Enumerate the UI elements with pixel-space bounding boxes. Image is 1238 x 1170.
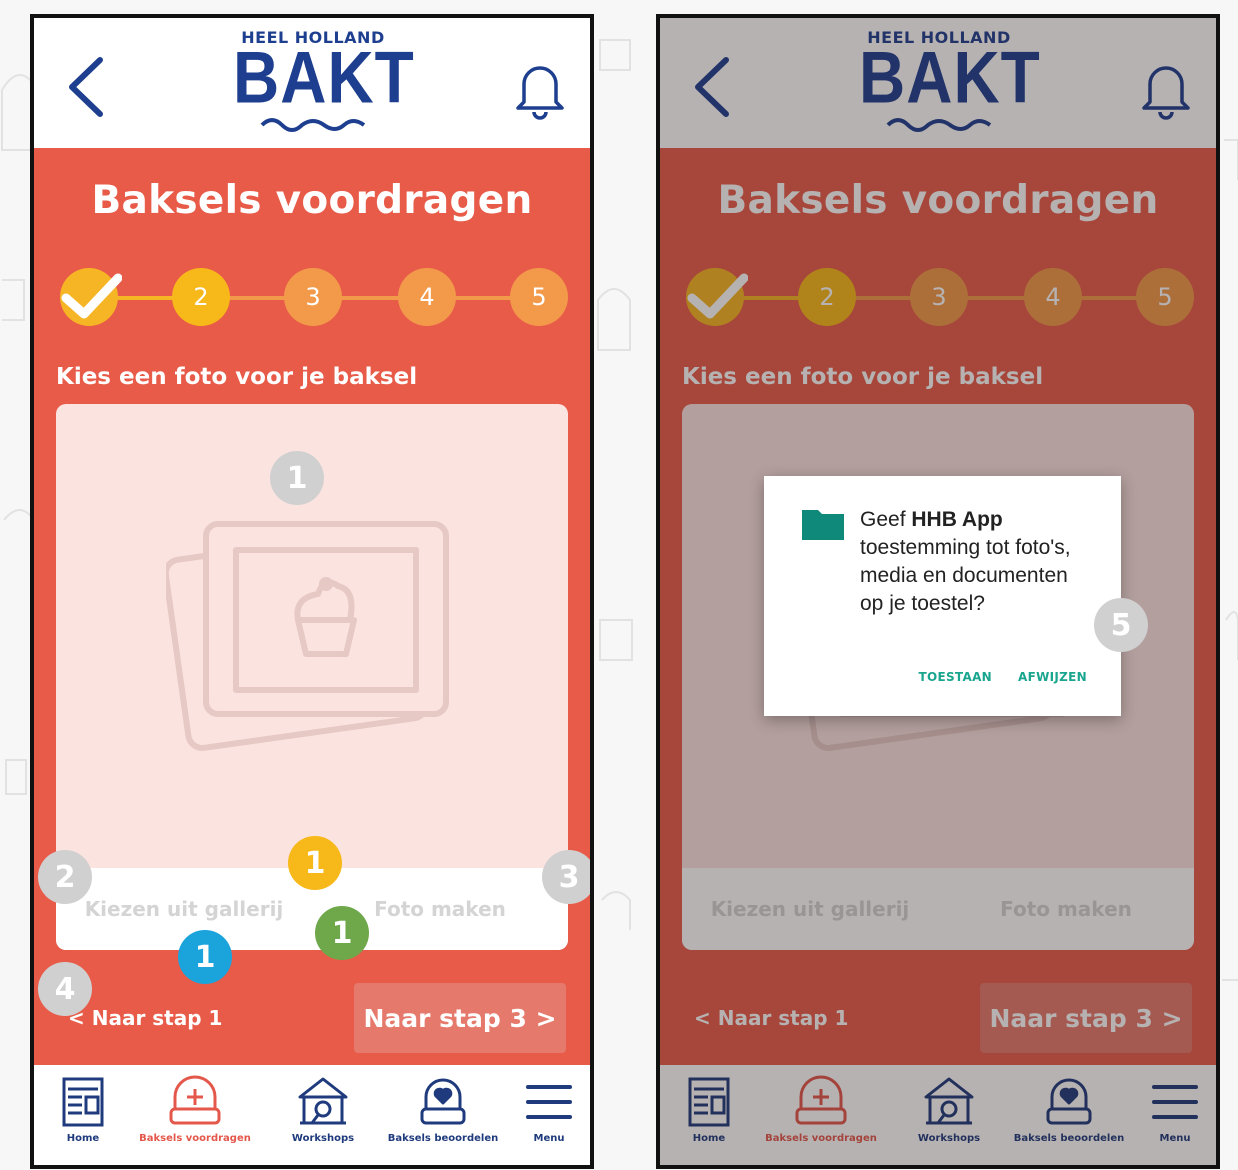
- annotation-badge-card: 1: [270, 451, 324, 505]
- permission-app-name: HHB App: [911, 508, 1003, 531]
- annotation-badge-yellow: 1: [288, 836, 342, 890]
- photo-placeholder-cupcake-icon: [166, 521, 449, 751]
- annotation-badge-dialog: 5: [1094, 598, 1148, 652]
- step-2-current: 2: [172, 268, 230, 326]
- previous-step-link[interactable]: < Naar stap 1: [68, 1006, 222, 1030]
- oven-mitt-plus-icon: [169, 1075, 221, 1125]
- logo: HEEL HOLLAND BAKT: [233, 28, 415, 140]
- next-step-button[interactable]: Naar stap 3 >: [354, 983, 566, 1053]
- step-5: 5: [510, 268, 568, 326]
- annotation-badge-prev: 4: [38, 962, 92, 1016]
- photo-section-label: Kies een foto voor je baksel: [56, 364, 418, 390]
- annotation-badge-gallery: 2: [38, 850, 92, 904]
- choose-from-gallery-button[interactable]: Kiezen uit gallerij: [56, 868, 312, 950]
- folder-icon: [802, 510, 844, 540]
- permission-dialog: Geef HHB App toestemming tot foto's, med…: [764, 476, 1121, 716]
- step-4: 4: [398, 268, 456, 326]
- tab-label-baksels-voordragen: Baksels voordragen: [139, 1133, 251, 1144]
- phone-screen-permission-dialog: HEEL HOLLAND BAKT Baksels voordragen 2 3…: [656, 14, 1220, 1169]
- permission-message-prefix: Geef: [860, 508, 912, 531]
- bottom-tab-bar: Home Baksels voordragen Workshops Baksel…: [34, 1065, 590, 1165]
- page-title: Baksels voordragen: [91, 178, 533, 223]
- check-icon: [61, 273, 122, 319]
- tab-label-workshops: Workshops: [291, 1133, 355, 1144]
- allow-button[interactable]: TOESTAAN: [919, 670, 993, 684]
- hamburger-icon: [526, 1085, 572, 1119]
- annotation-badge-blue: 1: [178, 930, 232, 984]
- tab-menu[interactable]: Menu: [484, 1075, 590, 1163]
- permission-message-body: toestemming tot foto's, media en documen…: [860, 536, 1071, 615]
- tab-baksels-voordragen[interactable]: Baksels voordragen: [130, 1075, 260, 1163]
- back-arrow-icon[interactable]: [62, 54, 112, 120]
- annotation-badge-green: 1: [315, 906, 369, 960]
- tab-label-menu: Menu: [533, 1133, 565, 1144]
- annotation-badge-camera: 3: [542, 850, 590, 904]
- step-3: 3: [284, 268, 342, 326]
- permission-message: Geef HHB App toestemming tot foto's, med…: [860, 506, 1090, 618]
- newspaper-icon: [62, 1077, 104, 1127]
- bell-icon[interactable]: [512, 58, 568, 122]
- progress-stepper: 2 3 4 5: [54, 268, 574, 328]
- phone-screen-photo-step: HEEL HOLLAND BAKT Baksels voordragen 2 3…: [30, 14, 594, 1169]
- stepper-line-todo: [204, 296, 544, 300]
- logo-main-text: BAKT: [233, 35, 415, 119]
- tab-workshops[interactable]: Workshops: [258, 1075, 388, 1163]
- dialog-actions: TOESTAAN AFWIJZEN: [919, 670, 1088, 684]
- tent-icon: [298, 1077, 348, 1125]
- oven-mitt-heart-icon: [420, 1078, 466, 1125]
- app-header: HEEL HOLLAND BAKT: [34, 18, 590, 148]
- deny-button[interactable]: AFWIJZEN: [1018, 670, 1087, 684]
